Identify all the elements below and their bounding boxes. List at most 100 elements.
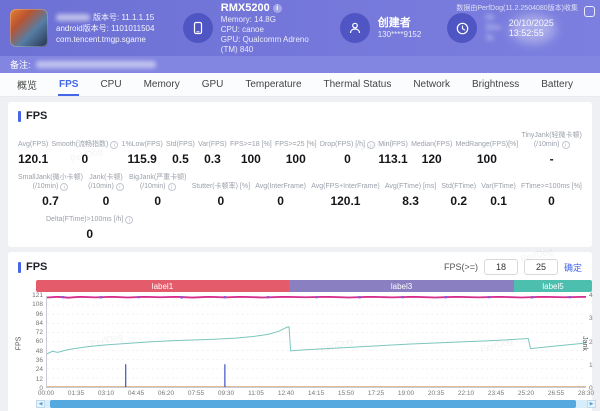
tab-概览[interactable]: 概览: [8, 73, 46, 96]
ytick: 1: [589, 361, 593, 369]
xtick: 12:40: [277, 390, 295, 397]
info-icon[interactable]: i: [561, 141, 570, 149]
game-version-line2: android版本号: 1101011504: [56, 23, 155, 33]
tab-temperature[interactable]: Temperature: [236, 73, 310, 96]
stat-label: BigJank(严重卡顿) (/10min) i: [128, 174, 187, 191]
device-info-icon[interactable]: i: [272, 3, 282, 13]
stat-label: FPS>=25 [%]: [274, 141, 317, 148]
ytick: 24: [35, 366, 43, 374]
stat-cell: Drop(FPS) [/h] i 0: [320, 140, 375, 166]
duration-info: 0h 30m 3s: [447, 13, 508, 43]
fps-threshold-high-input[interactable]: [523, 259, 558, 275]
stat-value: 120.1: [18, 152, 49, 166]
ytick: 2: [589, 338, 593, 346]
scrollbar-right-arrow-icon[interactable]: ▶: [587, 400, 596, 408]
report-header: 版本号: 11.1.1.15 android版本号: 1101011504 co…: [0, 0, 600, 56]
scene-label-label3[interactable]: label3: [288, 280, 515, 292]
ytick: 48: [35, 347, 43, 355]
tab-network[interactable]: Network: [404, 73, 459, 96]
tab-cpu[interactable]: CPU: [91, 73, 130, 96]
tab-brightness[interactable]: Brightness: [463, 73, 528, 96]
ytick: 72: [35, 329, 43, 337]
stat-value: 0: [277, 194, 284, 208]
stat-cell: FPS>=18 [%] 100: [230, 140, 272, 166]
threshold-apply-link[interactable]: 确定: [564, 261, 582, 274]
info-icon[interactable]: i: [167, 183, 176, 191]
section-accent-bar: [18, 110, 21, 122]
device-name: RMX5200 i: [221, 1, 314, 15]
ytick: 4: [589, 292, 593, 299]
stat-label: Stutter(卡顿率) [%]: [191, 183, 251, 190]
stat-cell: Std(FPS) 0.5: [166, 140, 195, 166]
stat-cell: Jank(卡顿) (/10min) i 0: [88, 173, 124, 208]
stat-label: Var(FTime): [481, 183, 516, 190]
float-widget-icon[interactable]: [584, 6, 595, 17]
plot-area[interactable]: [46, 296, 586, 388]
stat-value: 120.1: [330, 194, 361, 208]
info-icon[interactable]: i: [125, 216, 134, 224]
creator-phone: 130****9152: [377, 30, 422, 39]
game-version-line1: 版本号: 11.1.1.15: [56, 12, 154, 23]
stat-label: Median(FPS): [411, 141, 453, 148]
stat-cell: BigJank(严重卡顿) (/10min) i 0: [129, 173, 187, 208]
fps-stats-title: FPS: [18, 108, 582, 124]
tab-memory[interactable]: Memory: [135, 73, 189, 96]
stat-cell: Smooth(流畅指数) i 0: [51, 140, 119, 166]
stats-row: SmallJank(微小卡顿) (/10min) i 0.7 Jank(卡顿) (/10m…: [18, 173, 582, 208]
y-axis-right-ticks: 43210: [589, 292, 600, 392]
xtick: 26:55: [547, 390, 565, 397]
info-icon[interactable]: i: [366, 141, 375, 149]
scene-label-label5[interactable]: label5: [514, 280, 592, 292]
stat-cell: Var(FPS) 0.3: [198, 140, 227, 166]
fps-chart-card: FPS FPS(>=) 确定 label1label3label5 121 108…: [8, 252, 596, 411]
ytick: 121: [32, 292, 43, 299]
device-gpu: GPU: Qualcomm Adreno (TM) 840: [220, 35, 309, 54]
fps-threshold-low-input[interactable]: [483, 259, 518, 275]
creator-info: 创建者 130****9152: [339, 13, 422, 43]
stat-value: -: [549, 152, 554, 166]
ytick: 60: [35, 338, 43, 346]
stat-cell: Min(FPS) 113.1: [378, 140, 408, 166]
stat-value: 0: [154, 194, 162, 208]
info-icon[interactable]: i: [115, 183, 124, 191]
stat-label: MedRange(FPS)[%]: [455, 141, 519, 148]
stat-value: 115.9: [127, 152, 157, 166]
stat-cell: Avg(FPS+InterFrame) 120.1: [311, 182, 380, 208]
stat-value: 0: [102, 194, 110, 208]
stat-cell: Median(FPS) 120: [411, 140, 452, 166]
stat-value: 0: [81, 152, 89, 166]
tab-fps[interactable]: FPS: [50, 73, 87, 96]
tab-thermal-status[interactable]: Thermal Status: [315, 73, 401, 96]
stat-value: 100: [285, 152, 306, 166]
info-icon[interactable]: i: [110, 141, 119, 149]
stat-value: 0: [86, 227, 94, 241]
stat-value: 100: [240, 152, 261, 166]
scene-label-label1[interactable]: label1: [36, 280, 289, 292]
report-datetime: 20/10/2025 13:52:55: [508, 18, 554, 38]
ytick: 3: [589, 315, 593, 323]
stat-label: TinyJank(轻微卡顿) (/10min) i: [521, 132, 582, 149]
stat-cell: TinyJank(轻微卡顿) (/10min) i -: [521, 131, 581, 166]
fps-chart-svg: [47, 296, 586, 387]
info-icon[interactable]: i: [60, 183, 69, 191]
stat-label: FTime>=100ms [%]: [521, 183, 582, 190]
xtick: 09:30: [217, 390, 235, 397]
stat-label: Avg(InterFrame): [255, 183, 307, 190]
tab-gpu[interactable]: GPU: [193, 73, 233, 96]
remark-masked-text: [35, 61, 156, 68]
tab-battery[interactable]: Battery: [532, 73, 582, 96]
stat-label: SmallJank(微小卡顿) (/10min) i: [18, 174, 83, 191]
fps-threshold-controls: FPS(>=) 确定: [444, 259, 582, 275]
xtick: 11:05: [248, 390, 264, 397]
xtick: 19:00: [397, 390, 415, 397]
creator-label: 创建者: [377, 17, 411, 29]
fps-chart[interactable]: 121 108 96 84 72 60 48 36 24 12 0 FPS 43210 Jank 0…: [15, 292, 594, 398]
xtick: 14:15: [307, 390, 325, 397]
stat-label: Jank(卡顿) (/10min) i: [88, 174, 124, 191]
y-axis-left-label: FPS: [15, 336, 23, 351]
scrollbar-thumb[interactable]: [50, 400, 577, 408]
scrollbar-left-arrow-icon[interactable]: ◀: [36, 400, 45, 408]
xtick: 22:10: [457, 390, 475, 397]
scrollbar-track[interactable]: [45, 400, 587, 408]
ytick: 108: [32, 301, 43, 309]
